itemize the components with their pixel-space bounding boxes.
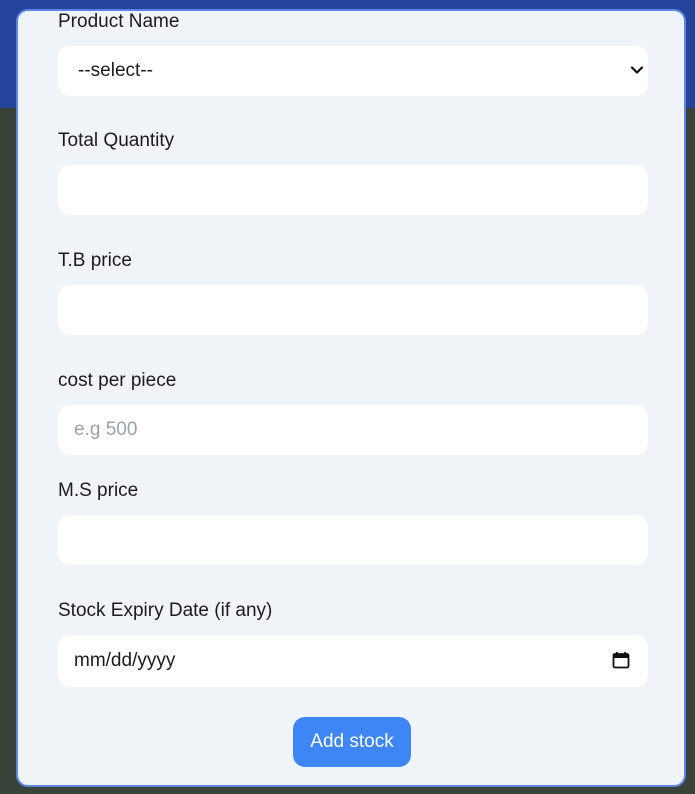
expiry-date-value: mm/dd/yyyy [74, 650, 176, 671]
ms-price-input[interactable] [58, 515, 648, 565]
tb-price-label: T.B price [58, 250, 132, 271]
product-name-select[interactable]: --select-- [58, 46, 648, 96]
product-name-selected-value: --select-- [78, 60, 153, 81]
product-name-label: Product Name [58, 11, 180, 32]
calendar-icon[interactable] [612, 651, 630, 669]
cost-per-piece-label: cost per piece [58, 370, 177, 391]
tb-price-input[interactable] [58, 285, 648, 335]
chevron-down-icon [630, 66, 644, 74]
total-quantity-label: Total Quantity [58, 130, 175, 151]
expiry-date-input[interactable]: mm/dd/yyyy [58, 635, 648, 687]
expiry-date-label: Stock Expiry Date (if any) [58, 600, 273, 621]
add-stock-button[interactable]: Add stock [293, 717, 411, 767]
ms-price-label: M.S price [58, 480, 139, 501]
cost-per-piece-input[interactable]: e.g 500 [58, 405, 648, 455]
cost-per-piece-placeholder: e.g 500 [74, 419, 138, 440]
total-quantity-input[interactable] [58, 165, 648, 215]
add-stock-modal: Product Name --select-- Total Quantity T… [16, 9, 686, 787]
